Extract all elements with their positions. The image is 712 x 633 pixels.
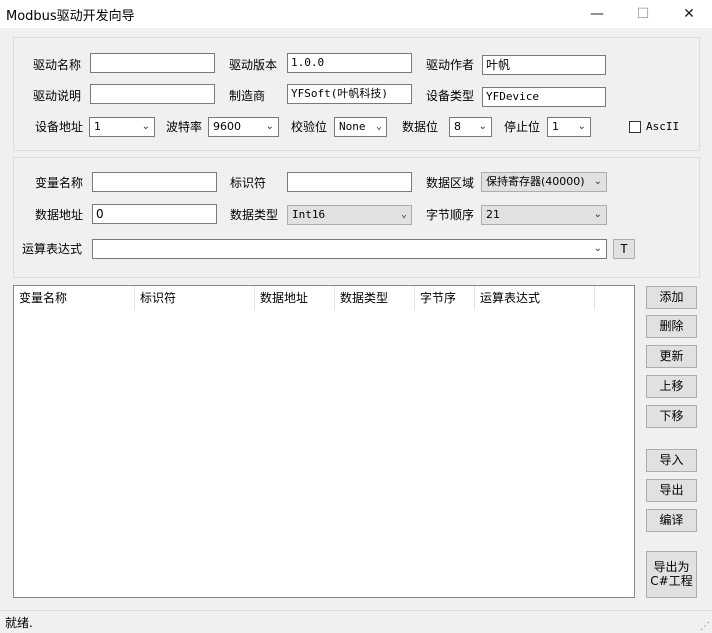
byte-order-value: 21 bbox=[486, 208, 500, 221]
minimize-button[interactable]: — bbox=[574, 0, 620, 28]
parity-select[interactable]: None ⌄ bbox=[334, 117, 387, 137]
import-button[interactable]: 导入 bbox=[646, 449, 697, 472]
column-header-identifier[interactable]: 标识符 bbox=[135, 286, 255, 310]
add-button[interactable]: 添加 bbox=[646, 286, 697, 309]
chevron-down-icon: ⌄ bbox=[265, 121, 274, 132]
stop-bits-value: 1 bbox=[552, 120, 559, 133]
device-address-select[interactable]: 1 ⌄ bbox=[89, 117, 155, 137]
move-up-button[interactable]: 上移 bbox=[646, 375, 697, 398]
data-bits-select[interactable]: 8 ⌄ bbox=[449, 117, 492, 137]
update-button[interactable]: 更新 bbox=[646, 345, 697, 368]
delete-button[interactable]: 删除 bbox=[646, 315, 697, 338]
baud-rate-label: 波特率 bbox=[166, 120, 203, 134]
chevron-down-icon: ⌄ bbox=[400, 209, 407, 220]
parity-value: None bbox=[339, 120, 366, 133]
ascii-checkbox[interactable] bbox=[629, 121, 641, 133]
column-header-data-address[interactable]: 数据地址 bbox=[255, 286, 335, 310]
driver-desc-label: 驱动说明 bbox=[33, 89, 82, 103]
device-address-label: 设备地址 bbox=[35, 120, 84, 134]
data-type-select[interactable]: Int16 ⌄ bbox=[287, 205, 412, 225]
status-text: 就绪. bbox=[5, 616, 33, 630]
chevron-down-icon: ⌄ bbox=[375, 121, 382, 132]
export-button[interactable]: 导出 bbox=[646, 479, 697, 502]
variable-name-input[interactable] bbox=[92, 172, 217, 192]
export-csharp-line1: 导出为 bbox=[653, 560, 690, 574]
byte-order-label: 字节顺序 bbox=[426, 208, 475, 222]
export-csharp-line2: C#工程 bbox=[650, 574, 693, 588]
chevron-down-icon: ⌄ bbox=[478, 121, 487, 132]
data-bits-value: 8 bbox=[454, 120, 461, 133]
baud-rate-select[interactable]: 9600 ⌄ bbox=[208, 117, 279, 137]
expression-t-button[interactable]: T bbox=[613, 239, 635, 259]
manufacturer-input[interactable]: YFSoft(叶帆科技) bbox=[287, 84, 412, 104]
maximize-button[interactable]: ☐ bbox=[620, 0, 666, 28]
driver-version-input[interactable]: 1.0.0 bbox=[287, 53, 412, 73]
data-bits-label: 数据位 bbox=[402, 120, 439, 134]
device-type-input[interactable]: YFDevice bbox=[482, 87, 606, 107]
column-header-variable-name[interactable]: 变量名称 bbox=[14, 286, 135, 310]
expression-label: 运算表达式 bbox=[22, 242, 83, 256]
chevron-down-icon: ⌄ bbox=[593, 176, 602, 187]
stop-bits-select[interactable]: 1 ⌄ bbox=[547, 117, 591, 137]
column-header-expression[interactable]: 运算表达式 bbox=[475, 286, 595, 310]
stop-bits-label: 停止位 bbox=[504, 120, 541, 134]
data-area-select[interactable]: 保持寄存器(40000) ⌄ bbox=[481, 172, 607, 192]
status-bar: 就绪. ⋰ bbox=[0, 610, 712, 633]
column-header-data-type[interactable]: 数据类型 bbox=[335, 286, 415, 310]
chevron-down-icon: ⌄ bbox=[593, 243, 602, 254]
driver-version-label: 驱动版本 bbox=[229, 58, 278, 72]
data-address-label: 数据地址 bbox=[35, 208, 84, 222]
data-area-label: 数据区域 bbox=[426, 176, 475, 190]
baud-rate-value: 9600 bbox=[213, 120, 241, 133]
device-address-value: 1 bbox=[94, 120, 101, 133]
driver-name-label: 驱动名称 bbox=[33, 58, 82, 72]
compile-button[interactable]: 编译 bbox=[646, 509, 697, 532]
byte-order-select[interactable]: 21 ⌄ bbox=[481, 205, 607, 225]
column-header-byte-order[interactable]: 字节序 bbox=[415, 286, 475, 310]
chevron-down-icon: ⌄ bbox=[141, 121, 150, 132]
driver-desc-input[interactable] bbox=[90, 84, 215, 104]
driver-author-input[interactable]: 叶帆 bbox=[482, 55, 606, 75]
export-csharp-project-button[interactable]: 导出为 C#工程 bbox=[646, 551, 697, 598]
expression-combo[interactable]: ⌄ bbox=[92, 239, 607, 259]
data-type-value: Int16 bbox=[292, 208, 326, 221]
window-title: Modbus驱动开发向导 bbox=[6, 9, 135, 24]
resize-grip-icon[interactable]: ⋰ bbox=[700, 621, 710, 632]
identifier-input[interactable] bbox=[287, 172, 412, 192]
ascii-label: AscII bbox=[646, 120, 680, 133]
device-type-label: 设备类型 bbox=[426, 89, 475, 103]
chevron-down-icon: ⌄ bbox=[577, 121, 586, 132]
parity-label: 校验位 bbox=[291, 120, 328, 134]
data-area-value: 保持寄存器(40000) bbox=[486, 175, 585, 188]
variables-table[interactable]: 变量名称 标识符 数据地址 数据类型 字节序 运算表达式 bbox=[13, 285, 635, 598]
variable-name-label: 变量名称 bbox=[35, 176, 84, 190]
data-address-input[interactable]: 0 bbox=[92, 204, 217, 224]
chevron-down-icon: ⌄ bbox=[593, 209, 602, 220]
identifier-label: 标识符 bbox=[230, 176, 267, 190]
driver-author-label: 驱动作者 bbox=[426, 58, 475, 72]
driver-name-input[interactable] bbox=[90, 53, 215, 73]
move-down-button[interactable]: 下移 bbox=[646, 405, 697, 428]
data-type-label: 数据类型 bbox=[230, 208, 279, 222]
close-button[interactable]: ✕ bbox=[666, 0, 712, 28]
manufacturer-label: 制造商 bbox=[229, 89, 266, 103]
